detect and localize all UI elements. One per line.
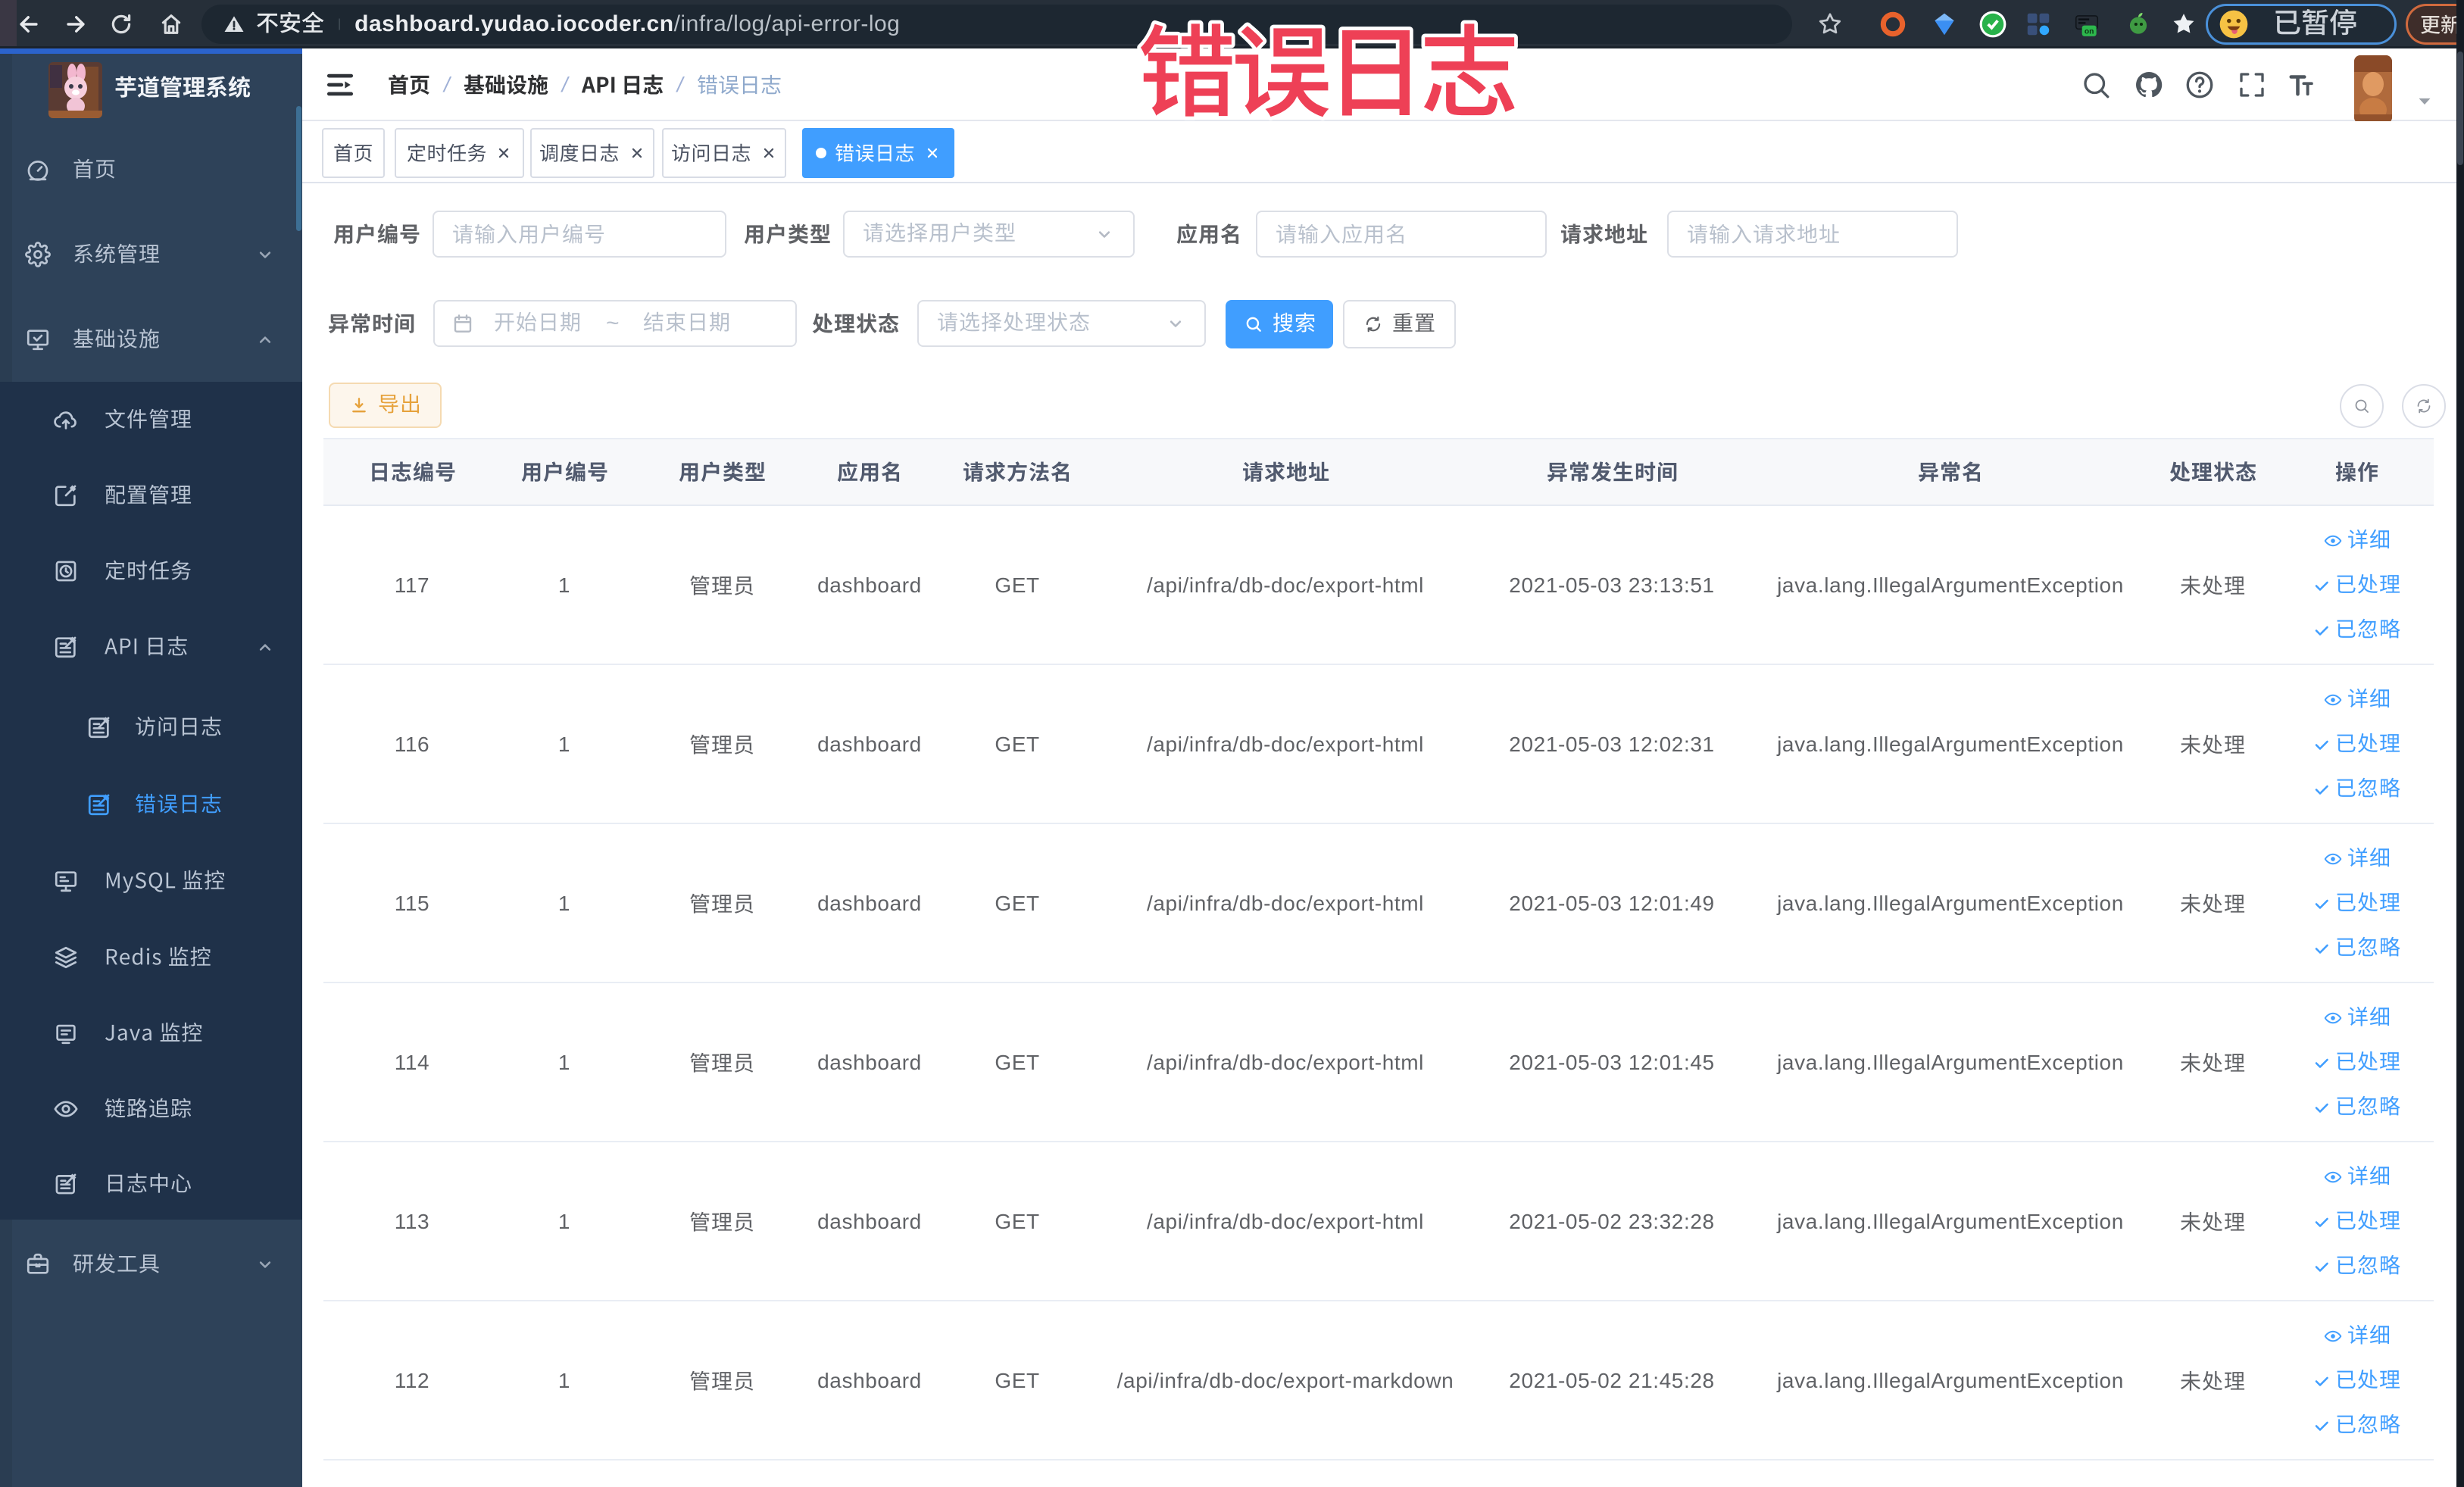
svg-text:on: on bbox=[2085, 28, 2094, 36]
